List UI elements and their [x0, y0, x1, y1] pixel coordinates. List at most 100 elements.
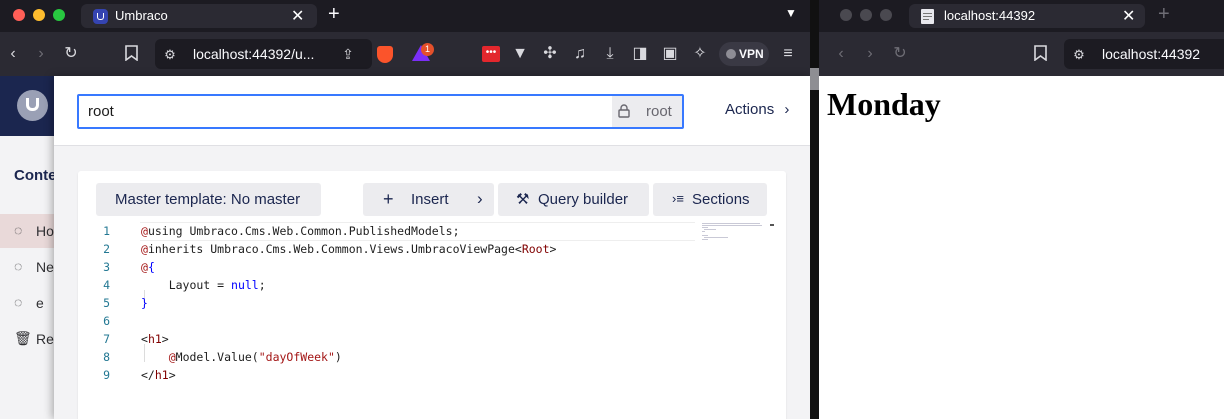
master-template-label: Master template: No master [115, 191, 301, 208]
umbraco-logo[interactable] [17, 90, 48, 121]
new-tab-icon[interactable]: + [328, 4, 340, 24]
line-number: 2 [103, 242, 110, 256]
code-token: > [549, 242, 557, 256]
tab-umbraco[interactable]: Umbraco ✕ [81, 4, 317, 28]
site-settings-icon[interactable]: ⚙ [1072, 46, 1086, 64]
scrollbar-thumb[interactable] [810, 68, 819, 90]
tree-item-new[interactable]: ◌ Ne [0, 250, 60, 284]
tree-item-home[interactable]: ◌ Ho [0, 214, 60, 248]
insert-label: Insert [411, 191, 449, 208]
code-line[interactable]: Layout = null; [141, 276, 266, 294]
code-token: using Umbraco.Cms.Web.Common.PublishedMo… [147, 224, 460, 238]
extension-vue-icon[interactable]: ▼ [511, 45, 529, 63]
nav-toolbar: ‹ › ↻ ⚙ localhost:44392/u... ⇪ 1 ••• ▼ ✣… [0, 32, 810, 76]
code-editor[interactable]: 1 @using Umbraco.Cms.Web.Common.Published… [88, 221, 783, 419]
share-icon[interactable]: ⇪ [340, 45, 356, 63]
editor-header: root Actions › [54, 76, 810, 146]
code-line[interactable]: @using Umbraco.Cms.Web.Common.PublishedM… [141, 222, 460, 240]
master-template-button[interactable]: Master template: No master [96, 183, 321, 216]
close-window-button[interactable] [840, 9, 852, 21]
tree-item-label: Ho [36, 223, 54, 239]
forward-icon[interactable]: › [33, 45, 49, 63]
template-editor-panel: root Actions › Master template: No maste… [54, 76, 810, 419]
code-line[interactable]: @Model.Value("dayOfWeek") [141, 348, 342, 366]
code-token: @ [141, 260, 148, 274]
close-window-button[interactable] [13, 9, 25, 21]
line-number: 4 [103, 278, 110, 292]
code-line[interactable]: } [141, 294, 148, 312]
code-token: { [147, 260, 155, 274]
code-token: ; [258, 278, 266, 292]
magic-wand-icon: ⚒ [516, 191, 530, 208]
lock-icon[interactable] [618, 104, 630, 121]
code-token: Root [521, 242, 550, 256]
tree-item-label: e [36, 295, 44, 311]
minimize-window-button[interactable] [33, 9, 45, 21]
line-number: 3 [103, 260, 110, 274]
bookmark-icon[interactable] [1032, 45, 1048, 66]
sections-button[interactable]: ›≡ Sections [653, 183, 767, 216]
code-line[interactable]: <h1> [141, 330, 169, 348]
minimize-window-button[interactable] [860, 9, 872, 21]
code-line[interactable]: </h1> [141, 366, 176, 384]
wallet-icon[interactable]: ▣ [661, 45, 679, 63]
insert-button[interactable]: + Insert › [363, 183, 494, 216]
tree-item-e[interactable]: ◌ e [0, 286, 60, 320]
editor-card: Master template: No master + Insert › ⚒ … [78, 171, 786, 419]
code-token: h1 [147, 332, 162, 346]
vpn-status-icon [726, 49, 736, 59]
actions-button[interactable]: Actions › [725, 101, 789, 118]
address-bar[interactable]: ⚙ localhost:44392/u... ⇪ [155, 39, 372, 69]
code-token: @ [141, 224, 148, 238]
menu-icon[interactable]: ≡ [779, 45, 797, 63]
query-builder-label: Query builder [538, 191, 629, 208]
sections-list-icon: ›≡ [672, 191, 684, 206]
chevron-right-icon: › [784, 101, 790, 118]
address-bar[interactable]: ⚙ localhost:44392 [1064, 39, 1224, 69]
code-line[interactable]: @inherits Umbraco.Cms.Web.Common.Views.U… [141, 240, 556, 258]
extensions-puzzle-icon[interactable]: ✣ [541, 45, 559, 63]
brave-shields-icon[interactable] [377, 46, 393, 63]
close-tab-icon[interactable]: ✕ [291, 6, 304, 26]
downloads-icon[interactable]: ⤓ [601, 45, 619, 63]
extension-lastpass-icon[interactable]: ••• [482, 46, 500, 62]
left-browser-window: Umbraco ✕ + ▼ ‹ › ↻ ⚙ localhost:44392/u.… [0, 0, 810, 419]
media-music-icon[interactable]: ♫ [571, 45, 589, 63]
reload-icon[interactable]: ↻ [891, 45, 909, 63]
line-number: 7 [103, 332, 110, 346]
maximize-window-button[interactable] [53, 9, 65, 21]
back-icon[interactable]: ‹ [833, 45, 849, 63]
vpn-label: VPN [739, 47, 764, 61]
site-settings-icon[interactable]: ⚙ [163, 46, 177, 64]
forward-icon[interactable]: › [862, 45, 878, 63]
template-name-input[interactable] [77, 94, 684, 129]
new-tab-icon[interactable]: + [1158, 4, 1170, 24]
sidebar-header: Conte [14, 167, 57, 184]
sidebar-toggle-icon[interactable]: ◨ [631, 45, 649, 63]
tab-bar: localhost:44392 ✕ + [819, 0, 1224, 32]
code-line[interactable]: @{ [141, 258, 155, 276]
query-builder-button[interactable]: ⚒ Query builder [498, 183, 649, 216]
leo-ai-icon[interactable]: ✧ [691, 45, 709, 63]
code-minimap[interactable] [702, 221, 766, 245]
reload-icon[interactable]: ↻ [62, 45, 80, 63]
code-token: } [141, 296, 148, 310]
alias-field[interactable]: root [612, 96, 682, 127]
maximize-window-button[interactable] [880, 9, 892, 21]
back-icon[interactable]: ‹ [5, 45, 21, 63]
tree-item-recycle-bin[interactable]: 🗑︎ Rec [0, 322, 61, 356]
code-token: Layout = [141, 278, 232, 292]
circle-dashed-icon: ◌ [14, 294, 23, 310]
page-heading: Monday [827, 86, 941, 122]
tab-localhost[interactable]: localhost:44392 ✕ [909, 4, 1145, 28]
code-token: null [231, 278, 259, 292]
line-number: 8 [103, 350, 110, 364]
tab-list-chevron-down-icon[interactable]: ▼ [785, 6, 797, 20]
code-token: ) [334, 350, 342, 364]
vpn-button[interactable]: VPN [719, 42, 769, 66]
bookmark-icon[interactable] [123, 45, 139, 66]
code-token: < [141, 332, 148, 346]
close-tab-icon[interactable]: ✕ [1122, 6, 1135, 26]
trash-icon: 🗑︎ [14, 330, 32, 346]
